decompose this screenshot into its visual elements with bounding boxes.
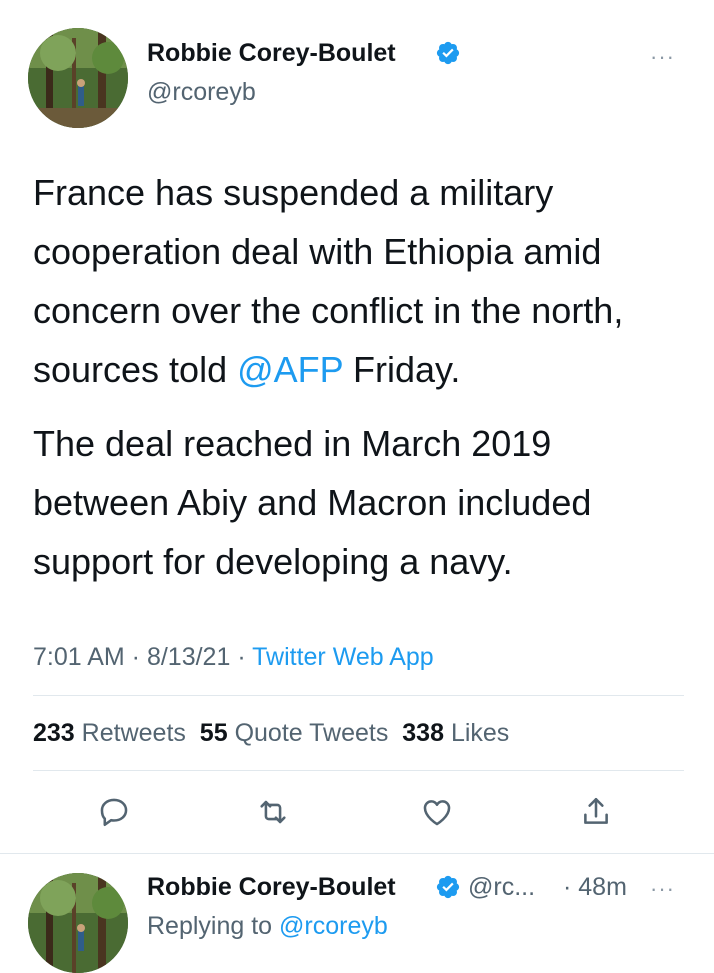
reply-author-avatar[interactable] — [28, 873, 128, 973]
likes-label: Likes — [450, 719, 510, 747]
tweet-meta: 7:01 AM · 8/13/21 · Twitter Web App — [33, 643, 434, 672]
tweet-paragraph-2: The deal reached in March 2019 between A… — [33, 423, 592, 582]
author-name[interactable]: Robbie Corey-Boulet — [147, 39, 396, 68]
replying-to-link[interactable]: @rcoreyb — [279, 912, 388, 940]
replying-to-label: Replying to — [147, 912, 280, 940]
likes-stat[interactable]: 338 Likes — [402, 719, 509, 747]
mention-link[interactable]: @AFP — [237, 349, 343, 390]
reply-age[interactable]: · 48m — [563, 873, 627, 902]
divider — [33, 770, 684, 771]
quotes-label: Quote Tweets — [234, 719, 389, 747]
retweets-label: Retweets — [81, 719, 186, 747]
tweet-text: France has suspended a military cooperat… — [33, 163, 693, 399]
like-icon[interactable] — [415, 790, 459, 834]
tweet-source[interactable]: Twitter Web App — [252, 643, 434, 671]
reply-verified-badge-icon — [435, 874, 461, 905]
author-handle[interactable]: @rcoreyb — [147, 78, 256, 107]
tweet-time[interactable]: 7:01 AM — [33, 643, 125, 671]
reply-icon[interactable] — [92, 790, 136, 834]
share-icon[interactable] — [574, 790, 618, 834]
more-options-icon[interactable]: ··· — [650, 44, 675, 70]
meta-separator: · — [230, 643, 253, 671]
divider — [0, 853, 714, 854]
divider — [33, 695, 684, 696]
reply-author-handle[interactable]: @rc... — [468, 873, 535, 902]
tweet-date[interactable]: 8/13/21 — [147, 643, 230, 671]
verified-badge-icon — [435, 40, 461, 71]
reply-more-options-icon[interactable]: ··· — [650, 876, 675, 902]
retweets-stat[interactable]: 233 Retweets — [33, 719, 186, 747]
reply-author-name[interactable]: Robbie Corey-Boulet — [147, 873, 396, 902]
meta-separator: · — [124, 643, 147, 671]
replying-to: Replying to @rcoreyb — [147, 912, 388, 941]
likes-count: 338 — [402, 719, 444, 747]
author-avatar[interactable] — [28, 28, 128, 128]
retweet-icon[interactable] — [251, 790, 295, 834]
retweets-count: 233 — [33, 719, 75, 747]
quotes-count: 55 — [199, 719, 228, 747]
tweet-paragraph-1-tail: Friday. — [343, 349, 461, 390]
tweet-stats: 233 Retweets 55 Quote Tweets 338 Likes — [33, 719, 509, 748]
quotes-stat[interactable]: 55 Quote Tweets — [200, 719, 389, 747]
